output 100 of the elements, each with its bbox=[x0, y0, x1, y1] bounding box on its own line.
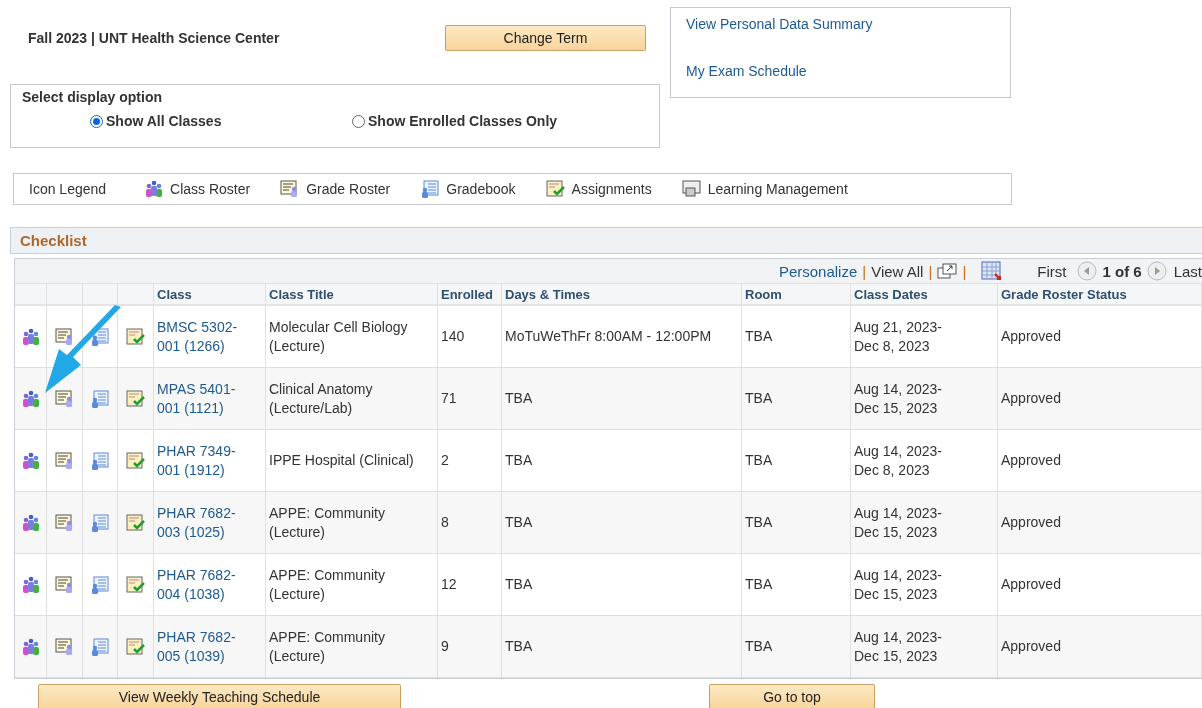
row-action[interactable] bbox=[20, 575, 41, 594]
legend-title: Icon Legend bbox=[29, 181, 107, 197]
first-link[interactable]: First bbox=[1037, 262, 1067, 280]
roster-status: Approved bbox=[1001, 389, 1061, 408]
row-action[interactable] bbox=[54, 327, 75, 346]
class-dates: Aug 14, 2023-Dec 8, 2023 bbox=[854, 441, 943, 480]
grid-download-icon[interactable] bbox=[981, 261, 1003, 281]
radio-option[interactable]: Show All Classes bbox=[90, 113, 352, 129]
room: TBA bbox=[745, 575, 773, 594]
roster-status: Approved bbox=[1001, 575, 1061, 594]
zoom-window-icon[interactable] bbox=[937, 263, 958, 279]
room: TBA bbox=[745, 327, 773, 346]
row-action[interactable] bbox=[20, 637, 41, 656]
people-icon bbox=[20, 389, 41, 408]
row-action[interactable] bbox=[54, 513, 75, 532]
row-action[interactable] bbox=[20, 327, 41, 346]
separator: | bbox=[962, 262, 967, 280]
row-action[interactable] bbox=[90, 637, 110, 656]
document-person-icon bbox=[54, 575, 75, 594]
monitor-icon bbox=[681, 180, 702, 198]
class-dates: Aug 21, 2023-Dec 8, 2023 bbox=[854, 317, 943, 356]
radio-icon[interactable] bbox=[352, 114, 365, 128]
row-action[interactable] bbox=[125, 513, 146, 532]
nav-link[interactable]: My Exam Schedule bbox=[686, 63, 995, 79]
legend-label: Class Roster bbox=[170, 181, 251, 197]
legend-label: Gradebook bbox=[446, 181, 516, 197]
row-action[interactable] bbox=[54, 389, 75, 408]
document-person-icon bbox=[54, 513, 75, 532]
last-link[interactable]: Last bbox=[1173, 262, 1202, 280]
view-all-link[interactable]: View All bbox=[871, 262, 924, 280]
row-action[interactable] bbox=[125, 637, 146, 656]
separator: | bbox=[862, 262, 867, 280]
class-link[interactable]: PHAR 7682-005 (1039) bbox=[157, 627, 249, 666]
next-icon[interactable] bbox=[1146, 261, 1167, 281]
column-header: Class Title bbox=[266, 284, 438, 306]
room: TBA bbox=[745, 637, 773, 656]
people-icon bbox=[144, 180, 165, 198]
days-times: TBA bbox=[505, 451, 533, 470]
checklist-icon bbox=[125, 389, 146, 408]
nav-link[interactable]: View Personal Data Summary bbox=[686, 16, 995, 32]
class-title: APPE: Community (Lecture) bbox=[269, 627, 386, 666]
row-action[interactable] bbox=[125, 327, 146, 346]
row-action[interactable] bbox=[90, 451, 110, 470]
checklist-icon bbox=[125, 451, 146, 470]
checklist-icon bbox=[125, 637, 146, 656]
people-icon bbox=[20, 575, 41, 594]
class-title: APPE: Community (Lecture) bbox=[269, 565, 386, 604]
enrolled-count: 2 bbox=[441, 451, 449, 470]
row-action[interactable] bbox=[90, 389, 110, 408]
checklist-icon bbox=[125, 327, 146, 346]
grid-person-icon bbox=[90, 451, 110, 470]
roster-status: Approved bbox=[1001, 451, 1061, 470]
class-link[interactable]: PHAR 7682-003 (1025) bbox=[157, 503, 249, 542]
personalize-link[interactable]: Personalize bbox=[778, 262, 858, 280]
legend-label: Grade Roster bbox=[306, 181, 391, 197]
radio-icon[interactable] bbox=[90, 114, 103, 128]
option-label: Show All Classes bbox=[106, 113, 222, 129]
class-link[interactable]: BMSC 5302-001 (1266) bbox=[157, 317, 249, 356]
grid-person-icon bbox=[90, 637, 110, 656]
row-action[interactable] bbox=[125, 575, 146, 594]
row-action[interactable] bbox=[54, 637, 75, 656]
weekly-schedule-button[interactable]: View Weekly Teaching Schedule bbox=[38, 684, 401, 708]
enrolled-count: 140 bbox=[441, 327, 465, 346]
row-action[interactable] bbox=[54, 575, 75, 594]
people-icon bbox=[20, 513, 41, 532]
document-person-icon bbox=[54, 389, 75, 408]
row-action[interactable] bbox=[20, 451, 41, 470]
class-dates: Aug 14, 2023-Dec 15, 2023 bbox=[854, 565, 943, 604]
class-link[interactable]: PHAR 7349-001 (1912) bbox=[157, 441, 249, 480]
enrolled-count: 71 bbox=[441, 389, 457, 408]
room: TBA bbox=[745, 389, 773, 408]
class-title: Clinical Anatomy (Lecture/Lab) bbox=[269, 379, 374, 418]
row-action[interactable] bbox=[125, 451, 146, 470]
row-action[interactable] bbox=[90, 513, 110, 532]
days-times: MoTuWeThFr 8:00AM - 12:00PM bbox=[505, 327, 712, 346]
grid-person-icon bbox=[90, 513, 110, 532]
class-title: APPE: Community (Lecture) bbox=[269, 503, 386, 542]
previous-icon[interactable] bbox=[1077, 261, 1098, 281]
term-title: Fall 2023 | UNT Health Science Center bbox=[28, 30, 281, 46]
class-link[interactable]: MPAS 5401-001 (1121) bbox=[157, 379, 249, 418]
class-dates: Aug 14, 2023-Dec 15, 2023 bbox=[854, 627, 943, 666]
row-action[interactable] bbox=[90, 575, 110, 594]
row-action[interactable] bbox=[54, 451, 75, 470]
go-to-top-button[interactable]: Go to top bbox=[709, 684, 875, 708]
separator: | bbox=[928, 262, 933, 280]
room: TBA bbox=[745, 451, 773, 470]
row-action[interactable] bbox=[20, 389, 41, 408]
column-header: Enrolled bbox=[438, 284, 502, 306]
change-term-button[interactable]: Change Term bbox=[445, 25, 646, 51]
days-times: TBA bbox=[505, 513, 533, 532]
room: TBA bbox=[745, 513, 773, 532]
row-action[interactable] bbox=[20, 513, 41, 532]
legend-label: Learning Management bbox=[707, 181, 848, 197]
radio-option[interactable]: Show Enrolled Classes Only bbox=[352, 113, 614, 129]
row-action[interactable] bbox=[125, 389, 146, 408]
option-label: Show Enrolled Classes Only bbox=[368, 113, 558, 129]
class-link[interactable]: PHAR 7682-004 (1038) bbox=[157, 565, 249, 604]
roster-status: Approved bbox=[1001, 327, 1061, 346]
column-header: Days & Times bbox=[502, 284, 742, 306]
enrolled-count: 8 bbox=[441, 513, 449, 532]
